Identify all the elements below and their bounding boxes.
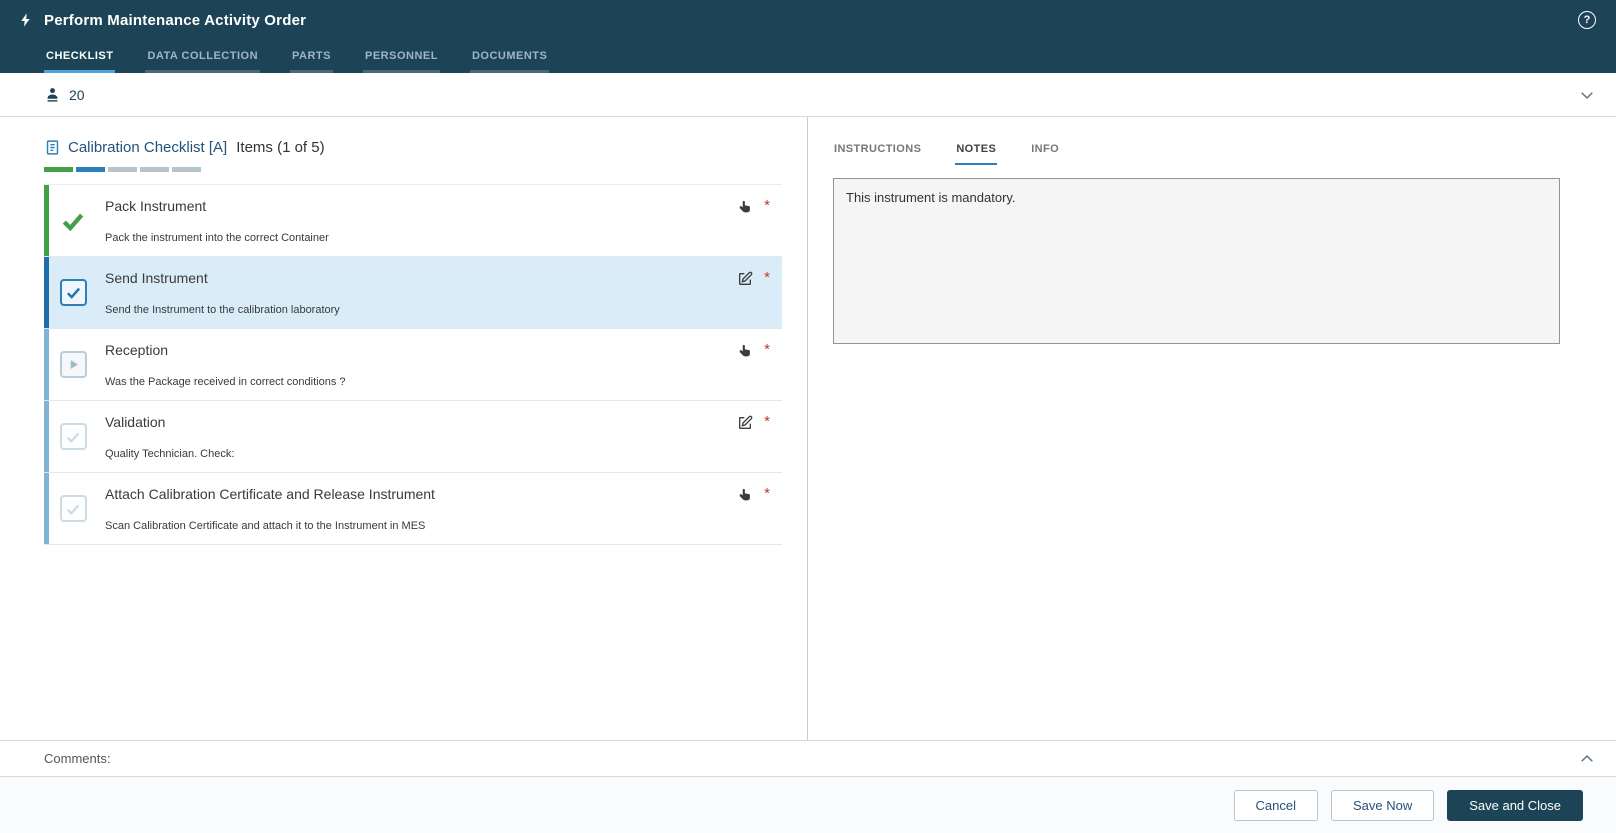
checklist-title: Calibration Checklist [A] [68, 139, 228, 156]
progress-segment-complete [44, 167, 73, 172]
tab-checklist[interactable]: CHECKLIST [44, 50, 116, 73]
touch-action-icon[interactable] [737, 343, 753, 359]
edit-icon[interactable] [737, 415, 753, 431]
item-title: Send Instrument [105, 270, 208, 286]
checklist-item-reception[interactable]: Reception Was the Package received in co… [44, 329, 782, 401]
items-progress-label: Items (1 of 5) [236, 139, 325, 156]
progress-segment-pending [108, 167, 137, 172]
chevron-down-icon[interactable] [1578, 86, 1596, 104]
item-title: Attach Calibration Certificate and Relea… [105, 486, 435, 502]
item-description: Send the Instrument to the calibration l… [105, 304, 340, 316]
required-asterisk: * [764, 413, 770, 430]
header: Perform Maintenance Activity Order ? CHE… [0, 0, 1616, 73]
perform-maintenance-window: Perform Maintenance Activity Order ? CHE… [0, 0, 1616, 833]
required-asterisk: * [764, 197, 770, 214]
checklist-item-validation[interactable]: Validation Quality Technician. Check: * [44, 401, 782, 473]
checklist-items: Pack Instrument Pack the instrument into… [44, 184, 782, 545]
pending-checkbox-icon[interactable] [59, 495, 87, 522]
checklist-item-send-instrument[interactable]: Send Instrument Send the Instrument to t… [44, 257, 782, 329]
item-title: Validation [105, 414, 166, 430]
tab-data-collection[interactable]: DATA COLLECTION [145, 50, 261, 73]
item-title: Pack Instrument [105, 198, 207, 214]
item-description: Was the Package received in correct cond… [105, 376, 346, 388]
comments-expander-bar[interactable]: Comments: [0, 740, 1616, 776]
checklist-icon [44, 139, 61, 156]
personnel-count: 20 [69, 86, 85, 103]
item-title: Reception [105, 342, 169, 358]
main-tabs: CHECKLIST DATA COLLECTION PARTS PERSONNE… [0, 50, 1616, 73]
item-description: Pack the instrument into the correct Con… [105, 232, 329, 244]
checklist-header: Calibration Checklist [A] Items (1 of 5) [44, 139, 807, 156]
tab-personnel[interactable]: PERSONNEL [362, 50, 440, 73]
required-asterisk: * [764, 269, 770, 286]
main-content: Calibration Checklist [A] Items (1 of 5) [0, 117, 1616, 740]
progress-segment-pending [172, 167, 201, 172]
edit-icon[interactable] [737, 271, 753, 287]
save-now-button[interactable]: Save Now [1330, 789, 1435, 821]
required-asterisk: * [764, 485, 770, 502]
tab-info[interactable]: INFO [1030, 139, 1060, 165]
detail-panel: INSTRUCTIONS NOTES INFO This instrument … [808, 117, 1616, 740]
required-asterisk: * [764, 341, 770, 358]
checklist-panel: Calibration Checklist [A] Items (1 of 5) [0, 117, 808, 740]
save-and-close-button[interactable]: Save and Close [1447, 789, 1583, 821]
checked-checkbox-icon[interactable] [59, 279, 87, 306]
chevron-up-icon[interactable] [1578, 750, 1596, 768]
comments-label: Comments: [44, 751, 111, 766]
tab-instructions[interactable]: INSTRUCTIONS [833, 139, 922, 165]
footer-actions: Cancel Save Now Save and Close [0, 776, 1616, 833]
detail-tabs: INSTRUCTIONS NOTES INFO [833, 139, 1560, 165]
touch-action-icon[interactable] [737, 487, 753, 503]
help-icon[interactable]: ? [1578, 11, 1596, 29]
title-row: Perform Maintenance Activity Order ? [0, 0, 1616, 29]
tab-parts[interactable]: PARTS [290, 50, 333, 73]
cancel-button[interactable]: Cancel [1233, 789, 1318, 821]
start-play-icon[interactable] [59, 351, 87, 378]
tab-documents[interactable]: DOCUMENTS [469, 50, 550, 73]
progress-segments [44, 167, 807, 172]
item-description: Scan Calibration Certificate and attach … [105, 520, 426, 532]
notes-textarea[interactable]: This instrument is mandatory. [833, 178, 1560, 344]
progress-segment-active [76, 167, 105, 172]
completed-check-icon [60, 208, 86, 234]
tab-notes[interactable]: NOTES [955, 139, 998, 165]
checklist-item-attach-certificate[interactable]: Attach Calibration Certificate and Relea… [44, 473, 782, 545]
page-title: Perform Maintenance Activity Order [44, 11, 307, 29]
checklist-item-pack-instrument[interactable]: Pack Instrument Pack the instrument into… [44, 185, 782, 257]
personnel-icon [44, 86, 61, 103]
lightning-icon [18, 12, 34, 28]
progress-segment-pending [140, 167, 169, 172]
personnel-expander-bar[interactable]: 20 [0, 73, 1616, 117]
pending-checkbox-icon[interactable] [59, 423, 87, 450]
item-description: Quality Technician. Check: [105, 448, 235, 460]
touch-action-icon[interactable] [737, 199, 753, 215]
